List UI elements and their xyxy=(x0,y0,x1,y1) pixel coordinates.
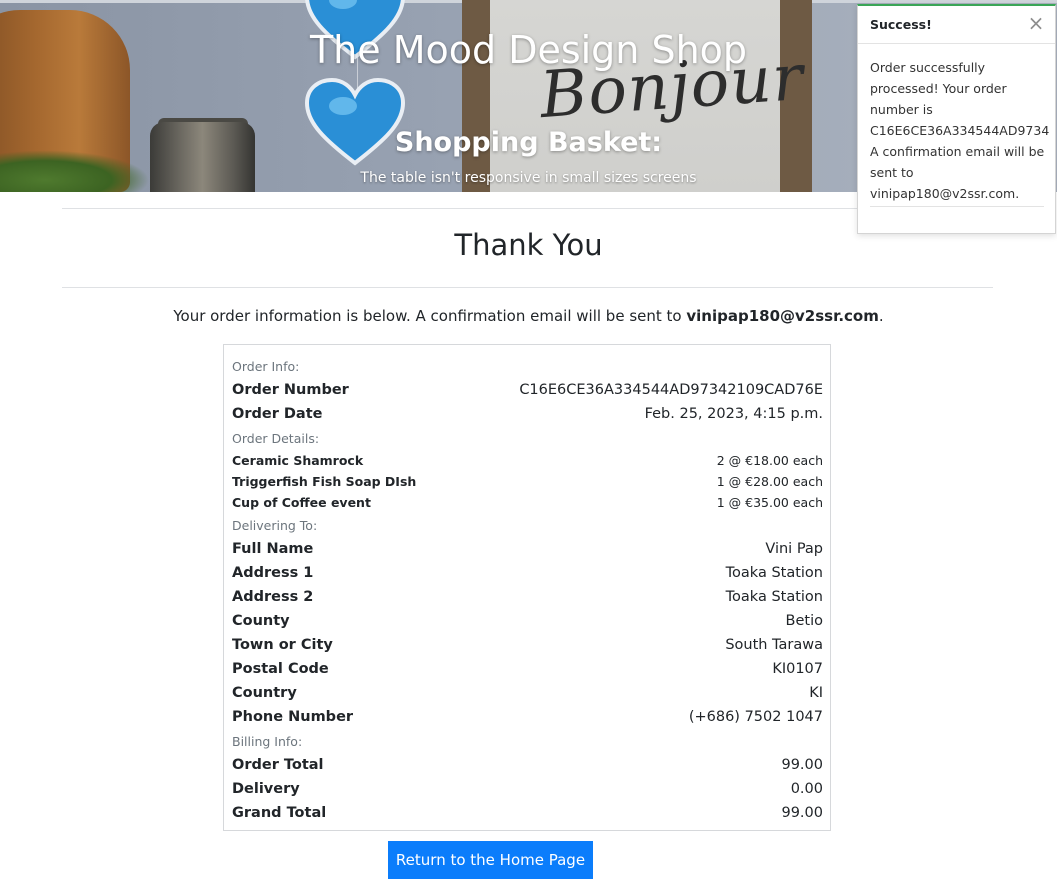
row-value: Vini Pap xyxy=(765,541,823,557)
toast-title: Success! xyxy=(870,17,932,32)
toast-line: number is xyxy=(870,102,933,117)
delivery-row: Address 2 Toaka Station xyxy=(232,586,823,608)
delivery-row: Phone Number (+686) 7502 1047 xyxy=(232,706,823,728)
toast-line: C16E6CE36A334544AD973421 xyxy=(870,123,1050,138)
order-item-row: Ceramic Shamrock 2 @ €18.00 each xyxy=(232,449,823,471)
row-value: Feb. 25, 2023, 4:15 p.m. xyxy=(644,406,823,422)
delivery-row: Address 1 Toaka Station xyxy=(232,562,823,584)
billing-row: Order Total 99.00 xyxy=(232,754,823,776)
item-qty-price: 1 @ €28.00 each xyxy=(716,473,823,489)
section-order-details: Order Details: xyxy=(232,431,320,446)
row-label: Country xyxy=(232,685,297,701)
row-value: KI0107 xyxy=(772,661,823,677)
intro-prefix: Your order information is below. A confi… xyxy=(173,307,687,325)
row-label: Phone Number xyxy=(232,709,354,725)
delivery-row: County Betio xyxy=(232,610,823,632)
item-qty-price: 2 @ €18.00 each xyxy=(716,452,823,468)
section-delivering-to: Delivering To: xyxy=(232,518,318,533)
return-home-button[interactable]: Return to the Home Page xyxy=(388,841,593,879)
order-intro-text: Your order information is below. A confi… xyxy=(0,307,1057,325)
row-value: C16E6CE36A334544AD97342109CAD76E xyxy=(519,382,823,398)
toast-message: Order successfully processed! Your order… xyxy=(870,57,1050,204)
row-label: Order Total xyxy=(232,757,324,773)
order-item-row: Triggerfish Fish Soap DIsh 1 @ €28.00 ea… xyxy=(232,470,823,492)
delivery-row: Postal Code KI0107 xyxy=(232,658,823,680)
row-label: Full Name xyxy=(232,541,314,557)
section-order-info: Order Info: xyxy=(232,359,300,374)
row-value: Toaka Station xyxy=(725,589,823,605)
row-value: (+686) 7502 1047 xyxy=(688,709,823,725)
row-label: County xyxy=(232,613,290,629)
divider-top xyxy=(62,208,993,209)
row-label: Address 1 xyxy=(232,565,314,581)
row-label: Delivery xyxy=(232,781,300,797)
row-label: Town or City xyxy=(232,637,333,653)
order-date-row: Order Date Feb. 25, 2023, 4:15 p.m. xyxy=(232,403,823,425)
row-label: Order Number xyxy=(232,382,349,398)
item-name: Triggerfish Fish Soap DIsh xyxy=(232,473,417,489)
delivery-row: Full Name Vini Pap xyxy=(232,538,823,560)
row-value: KI xyxy=(809,685,823,701)
item-name: Cup of Coffee event xyxy=(232,494,371,510)
item-qty-price: 1 @ €35.00 each xyxy=(716,494,823,510)
row-label: Grand Total xyxy=(232,805,327,821)
row-value: 99.00 xyxy=(781,805,823,821)
toast-line: A confirmation email will be xyxy=(870,144,1045,159)
row-value: Betio xyxy=(785,613,823,629)
order-number-row: Order Number C16E6CE36A334544AD97342109C… xyxy=(232,379,823,401)
row-label: Order Date xyxy=(232,406,323,422)
row-value: Toaka Station xyxy=(725,565,823,581)
row-label: Address 2 xyxy=(232,589,314,605)
order-summary-card: Order Info: Order Number C16E6CE36A33454… xyxy=(223,344,831,831)
toast-line: vinipap180@v2ssr.com. xyxy=(870,186,1020,201)
close-icon[interactable]: × xyxy=(1026,13,1046,33)
billing-row: Delivery 0.00 xyxy=(232,778,823,800)
intro-suffix: . xyxy=(878,307,884,325)
row-value: 99.00 xyxy=(781,757,823,773)
delivery-row: Town or City South Tarawa xyxy=(232,634,823,656)
toast-line: processed! Your order xyxy=(870,81,1007,96)
toast-header: Success! × xyxy=(858,6,1055,44)
intro-email: vinipap180@v2ssr.com xyxy=(686,307,879,325)
delivery-row: Country KI xyxy=(232,682,823,704)
toast-divider xyxy=(870,206,1044,207)
toast-line: sent to xyxy=(870,165,914,180)
divider-bottom xyxy=(62,287,993,288)
billing-row: Grand Total 99.00 xyxy=(232,802,823,824)
item-name: Ceramic Shamrock xyxy=(232,452,364,468)
toast-line: Order successfully xyxy=(870,60,986,75)
section-billing-info: Billing Info: xyxy=(232,734,303,749)
order-item-row: Cup of Coffee event 1 @ €35.00 each xyxy=(232,491,823,513)
row-value: South Tarawa xyxy=(725,637,823,653)
row-value: 0.00 xyxy=(790,781,823,797)
success-toast: Success! × Order successfully processed!… xyxy=(857,4,1056,234)
row-label: Postal Code xyxy=(232,661,329,677)
